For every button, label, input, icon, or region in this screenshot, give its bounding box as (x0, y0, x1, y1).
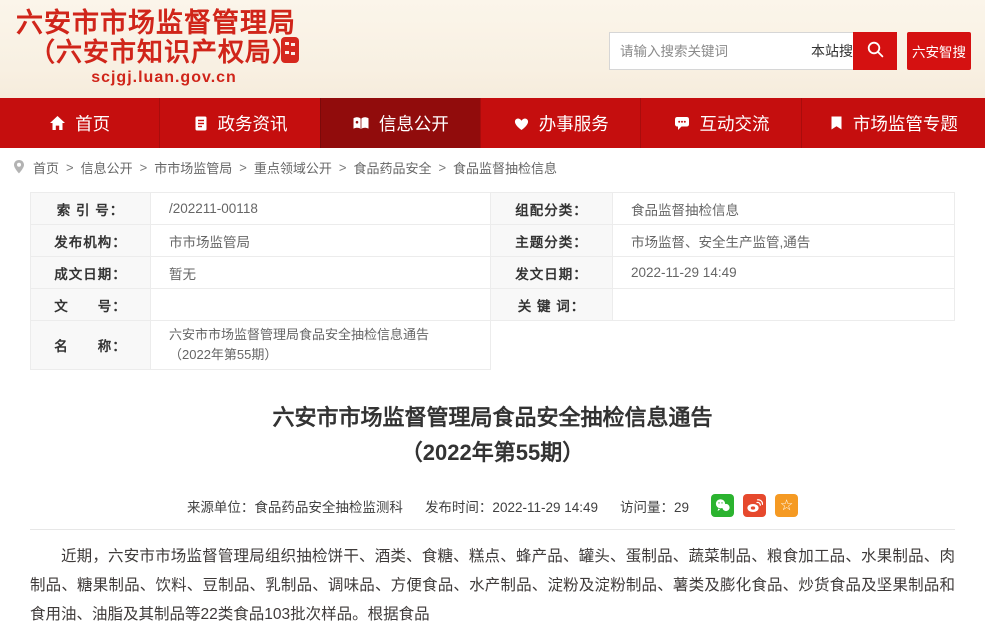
breadcrumb-item-home[interactable]: 首页 (33, 158, 59, 177)
info-label-name: 名 称： (31, 321, 151, 370)
info-label-doc-no: 文 号： (31, 289, 151, 321)
info-value-written-date: 暂无 (151, 257, 491, 289)
search-button[interactable] (853, 32, 897, 70)
document-info-table: 索 引 号： /202211-00118 组配分类： 食品监督抽检信息 发布机构… (30, 192, 955, 370)
breadcrumb-separator: > (438, 160, 447, 175)
nav-item-label: 市场监管专题 (852, 113, 958, 134)
info-label-topic: 主题分类： (491, 225, 613, 257)
breadcrumb-item-info[interactable]: 信息公开 (81, 158, 133, 177)
info-table-blank-cell (491, 321, 613, 370)
nav-item-news[interactable]: 政务资讯 (159, 98, 319, 148)
article-visit-count: 访问量：29 (620, 499, 690, 515)
weibo-share-icon[interactable] (743, 494, 767, 517)
info-value-name: 六安市市场监督管理局食品安全抽检信息通告 （2022年第55期） (151, 321, 491, 370)
share-buttons: ☆ (711, 494, 799, 517)
location-pin-icon (12, 159, 26, 177)
info-label-index-no: 索 引 号： (31, 193, 151, 225)
info-value-keywords (613, 289, 955, 321)
nav-item-info-disclosure[interactable]: 信息公开 (319, 98, 481, 148)
smart-search-button[interactable]: 六安智搜 (907, 32, 971, 70)
nav-item-label: 政务资讯 (217, 113, 288, 134)
info-value-category: 食品监督抽检信息 (613, 193, 955, 225)
star-glyph: ☆ (779, 497, 794, 514)
breadcrumb: 首页 > 信息公开 > 市市场监管局 > 重点领域公开 > 食品药品安全 > 食… (0, 148, 985, 186)
info-value-index-no: /202211-00118 (151, 193, 491, 225)
breadcrumb-item-bureau[interactable]: 市市场监管局 (154, 158, 232, 177)
breadcrumb-separator: > (66, 160, 74, 175)
nav-item-label: 信息公开 (378, 113, 449, 134)
info-label-publish-date: 发文日期： (491, 257, 613, 289)
info-label-category: 组配分类： (491, 193, 613, 225)
content-area: 索 引 号： /202211-00118 组配分类： 食品监督抽检信息 发布机构… (0, 192, 985, 629)
site-url: scjgj.luan.gov.cn (91, 69, 237, 86)
meta-divider (30, 529, 955, 530)
info-value-topic: 市场监督、安全生产监管,通告 (613, 225, 955, 257)
chat-bubble-icon (673, 115, 691, 131)
document-icon (193, 115, 209, 132)
site-logo[interactable]: 六安市市场监督管理局 （六安市知识产权局） scjgj.luan.gov.cn (14, 0, 314, 98)
wechat-share-icon[interactable] (711, 494, 735, 517)
breadcrumb-item-food-inspection[interactable]: 食品监督抽检信息 (453, 158, 557, 177)
info-value-doc-no (151, 289, 491, 321)
nav-item-label: 互动交流 (699, 113, 770, 134)
article-source: 来源单位：食品药品安全抽检监测科 (186, 499, 403, 515)
nav-item-interaction[interactable]: 互动交流 (640, 98, 800, 148)
nav-item-label: 首页 (75, 113, 111, 134)
article-meta: 来源单位：食品药品安全抽检监测科 发布时间：2022-11-29 14:49 访… (30, 494, 955, 517)
star-share-icon[interactable]: ☆ (775, 494, 799, 517)
info-label-written-date: 成文日期： (31, 257, 151, 289)
nav-item-special-topics[interactable]: 市场监管专题 (800, 98, 985, 148)
search-box: 本站搜 (609, 32, 869, 70)
bookmark-icon (829, 115, 844, 131)
search-icon (866, 40, 885, 62)
home-icon (49, 115, 66, 131)
article-title: 六安市市场监督管理局食品安全抽检信息通告 （2022年第55期） (30, 400, 955, 470)
info-value-agency: 市市场监管局 (151, 225, 491, 257)
search-scope-label: 本站搜 (811, 43, 853, 59)
search-area: 本站搜 六安智搜 (609, 0, 971, 98)
article-title-line1: 六安市市场监督管理局食品安全抽检信息通告 (272, 405, 713, 430)
org-name-line1: 六安市市场监督管理局 (16, 8, 296, 38)
info-value-publish-date: 2022-11-29 14:49 (613, 257, 955, 289)
article-title-line2: （2022年第55期） (400, 440, 585, 465)
nav-item-label: 办事服务 (538, 113, 609, 134)
search-input[interactable] (610, 33, 807, 69)
breadcrumb-separator: > (239, 160, 247, 175)
breadcrumb-item-food-drug-safety[interactable]: 食品药品安全 (353, 158, 431, 177)
breadcrumb-separator: > (338, 160, 347, 175)
nav-item-services[interactable]: 办事服务 (480, 98, 640, 148)
open-book-icon (352, 116, 370, 131)
main-nav: 首页 政务资讯 信息公开 办事服务 互动交流 市场监管专题 (0, 98, 985, 148)
article-publish-time: 发布时间：2022-11-29 14:49 (424, 499, 599, 515)
breadcrumb-separator: > (139, 160, 148, 175)
info-label-keywords: 关 键 词： (491, 289, 613, 321)
info-table-blank-cell (613, 321, 955, 370)
breadcrumb-item-key-areas[interactable]: 重点领域公开 (254, 158, 332, 177)
org-name-line2: （六安市知识产权局） (28, 37, 299, 67)
official-seal-icon (281, 37, 299, 63)
nav-item-home[interactable]: 首页 (0, 98, 159, 148)
info-label-agency: 发布机构： (31, 225, 151, 257)
heart-icon (513, 116, 530, 131)
site-header: 六安市市场监督管理局 （六安市知识产权局） scjgj.luan.gov.cn … (0, 0, 985, 98)
